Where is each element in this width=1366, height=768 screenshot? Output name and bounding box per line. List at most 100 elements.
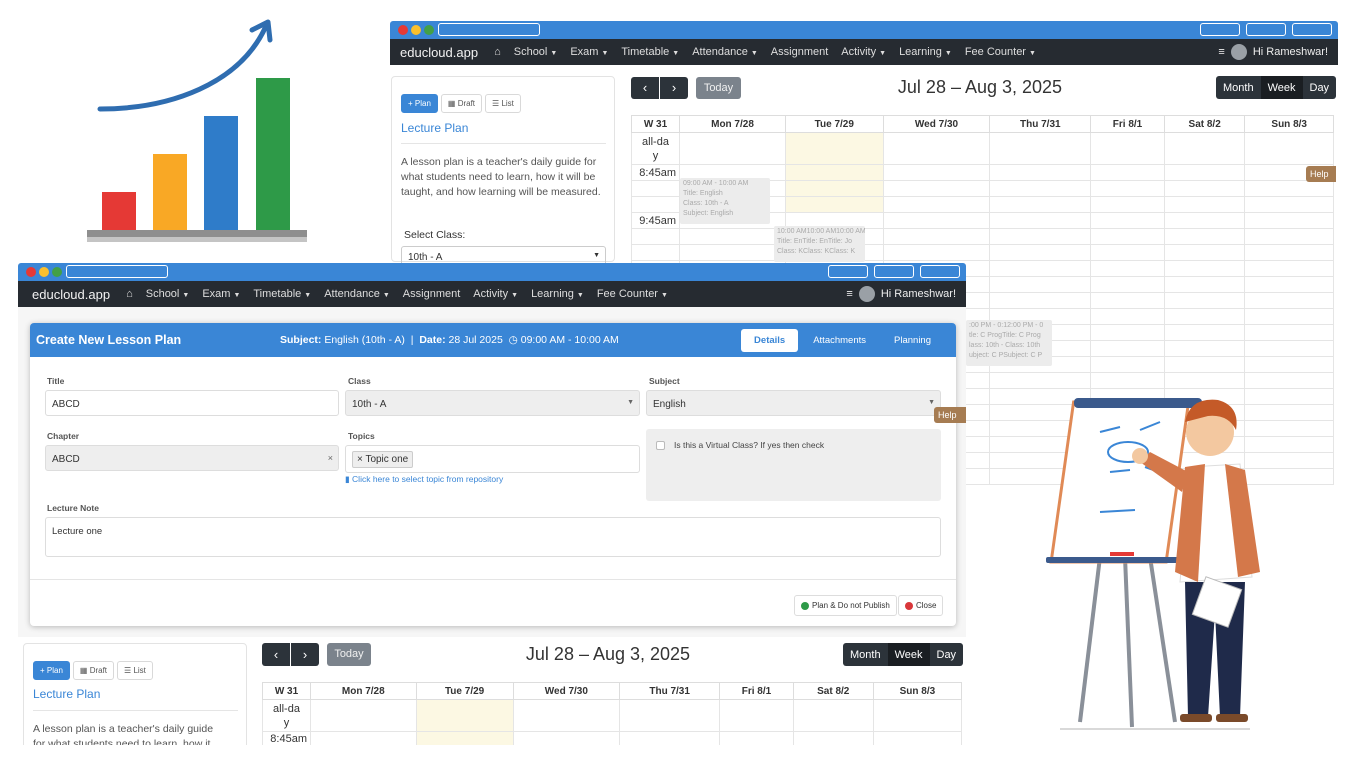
day-header: Thu 7/31 <box>619 682 721 700</box>
window-button[interactable] <box>828 265 868 278</box>
calendar-prev-button[interactable]: ‹ <box>262 643 290 666</box>
today-button[interactable]: Today <box>696 77 741 99</box>
allday-label-end: y <box>283 716 290 729</box>
today-button[interactable]: Today <box>327 643 371 666</box>
brand-logo[interactable]: educloud.app <box>400 45 478 60</box>
calendar-event[interactable]: 09:00 AM - 10:00 AM Title: English Class: … <box>680 178 770 224</box>
nav-fee-counter[interactable]: Fee Counter ▼ <box>965 46 1036 58</box>
tab-planning[interactable]: Planning <box>881 329 944 352</box>
nav-school[interactable]: School ▼ <box>514 46 558 58</box>
user-greeting[interactable]: Hi Rameshwar! <box>881 288 956 300</box>
nav-attendance[interactable]: Attendance ▼ <box>692 46 758 58</box>
view-day-button[interactable]: Day <box>929 643 964 666</box>
draft-button[interactable]: ▦ Draft <box>440 94 483 113</box>
avatar[interactable] <box>1230 44 1247 60</box>
topics-label: Topics <box>348 431 375 441</box>
day-header: Tue 7/29 <box>415 682 514 700</box>
nav-learning[interactable]: Learning ▼ <box>531 288 584 300</box>
subject-select[interactable]: English ▼ <box>646 390 941 416</box>
view-month-button[interactable]: Month <box>1216 76 1261 99</box>
view-week-button[interactable]: Week <box>1260 76 1303 99</box>
window-button[interactable] <box>1246 23 1286 36</box>
home-icon[interactable]: ⌂ <box>494 46 501 58</box>
day-header: Thu 7/31 <box>989 115 1092 133</box>
calendar-event[interactable]: 10:00 AM10:00 AM10:00 AM Title: EnTitle: … <box>774 226 865 262</box>
tab-details[interactable]: Details <box>741 329 799 352</box>
calendar-prev-button[interactable]: ‹ <box>631 77 659 99</box>
clear-icon[interactable]: × <box>328 453 333 463</box>
modal-subtitle: Subject: English (10th - A) | Date: 28 J… <box>280 334 619 346</box>
growth-chart-illustration <box>87 19 307 242</box>
topics-input[interactable]: × Topic one <box>345 445 640 473</box>
topic-chip[interactable]: × Topic one <box>352 451 414 468</box>
nav-activity[interactable]: Activity ▼ <box>841 46 886 58</box>
help-tab[interactable]: Help <box>934 407 966 423</box>
address-bar[interactable] <box>66 265 168 278</box>
top-navbar-front: educloud.app ⌂ School ▼ Exam ▼ Timetable ▼ … <box>18 281 966 307</box>
menu-icon[interactable]: ≡ <box>1218 46 1224 58</box>
nav-fee-counter[interactable]: Fee Counter ▼ <box>597 288 668 300</box>
nav-timetable[interactable]: Timetable ▼ <box>253 288 311 300</box>
lecture-note-textarea[interactable]: Lecture one <box>45 517 941 557</box>
close-button[interactable]: Close <box>898 595 944 616</box>
list-button[interactable]: ☰ List <box>117 661 153 680</box>
top-navbar-back: educloud.app ⌂ School ▼ Exam ▼ Timetable ▼ … <box>390 39 1338 65</box>
window-button[interactable] <box>1292 23 1332 36</box>
window-button[interactable] <box>874 265 914 278</box>
user-greeting[interactable]: Hi Rameshwar! <box>1253 46 1328 58</box>
nav-activity[interactable]: Activity ▼ <box>473 288 518 300</box>
nav-learning[interactable]: Learning ▼ <box>899 46 952 58</box>
menu-icon[interactable]: ≡ <box>846 288 852 300</box>
nav-assignment[interactable]: Assignment <box>771 46 828 58</box>
plan-do-not-publish-button[interactable]: Plan & Do not Publish <box>794 595 897 616</box>
nav-assignment[interactable]: Assignment <box>403 288 460 300</box>
tab-attachments[interactable]: Attachments <box>800 329 879 352</box>
calendar-view-switch: Month Week Day <box>843 643 964 666</box>
panel-title: Lecture Plan <box>33 687 101 701</box>
title-label: Title <box>47 376 65 386</box>
modal-header: Create New Lesson Plan Subject: English … <box>30 323 956 357</box>
day-header: Sun 8/3 <box>872 682 963 700</box>
nav-exam[interactable]: Exam ▼ <box>570 46 608 58</box>
address-bar[interactable] <box>438 23 540 36</box>
virtual-class-checkbox[interactable] <box>656 441 665 450</box>
help-tab[interactable]: Help <box>1306 166 1336 182</box>
day-header: Mon 7/28 <box>310 682 417 700</box>
class-select[interactable]: 10th - A ▼ <box>345 390 640 416</box>
clock-icon: ◷ <box>508 334 518 346</box>
draft-button[interactable]: ▦ Draft <box>72 661 115 680</box>
window-button[interactable] <box>1200 23 1240 36</box>
view-week-button[interactable]: Week <box>887 643 930 666</box>
home-icon[interactable]: ⌂ <box>126 288 133 300</box>
view-day-button[interactable]: Day <box>1302 76 1337 99</box>
select-topic-link[interactable]: ▮ Click here to select topic from reposi… <box>345 474 503 485</box>
panel-description: A lesson plan is a teacher's daily guide… <box>401 156 601 198</box>
nav-school[interactable]: School ▼ <box>146 288 190 300</box>
nav-timetable[interactable]: Timetable ▼ <box>621 46 679 58</box>
create-lesson-plan-modal: Create New Lesson Plan Subject: English … <box>30 323 956 626</box>
nav-attendance[interactable]: Attendance ▼ <box>324 288 390 300</box>
chapter-select[interactable]: ABCD × <box>45 445 339 471</box>
subject-label: Subject <box>649 376 680 386</box>
calendar-next-button[interactable]: › <box>660 77 688 99</box>
bottom-fade <box>0 745 1366 768</box>
add-plan-button[interactable]: + Plan <box>401 94 438 113</box>
brand-logo[interactable]: educloud.app <box>32 287 110 302</box>
select-class-label: Select Class: <box>404 229 466 241</box>
nav-exam[interactable]: Exam ▼ <box>202 288 240 300</box>
avatar[interactable] <box>858 286 875 302</box>
title-input[interactable]: ABCD <box>45 390 339 416</box>
allday-label: all-da <box>273 702 300 715</box>
view-month-button[interactable]: Month <box>843 643 888 666</box>
lecture-note-label: Lecture Note <box>47 503 99 513</box>
list-button[interactable]: ☰ List <box>485 94 521 113</box>
window-button[interactable] <box>920 265 960 278</box>
browser-titlebar-front <box>18 263 966 281</box>
calendar-event[interactable]: :00 PM - 0:12:00 PM - 0 tle: C ProgTitle:… <box>966 320 1052 366</box>
allday-label-end: y <box>652 149 659 162</box>
day-header: Wed 7/30 <box>882 115 991 133</box>
add-plan-button[interactable]: + Plan <box>33 661 70 680</box>
day-header: Fri 8/1 <box>719 682 794 700</box>
day-header: Fri 8/1 <box>1090 115 1165 133</box>
calendar-next-button[interactable]: › <box>291 643 319 666</box>
